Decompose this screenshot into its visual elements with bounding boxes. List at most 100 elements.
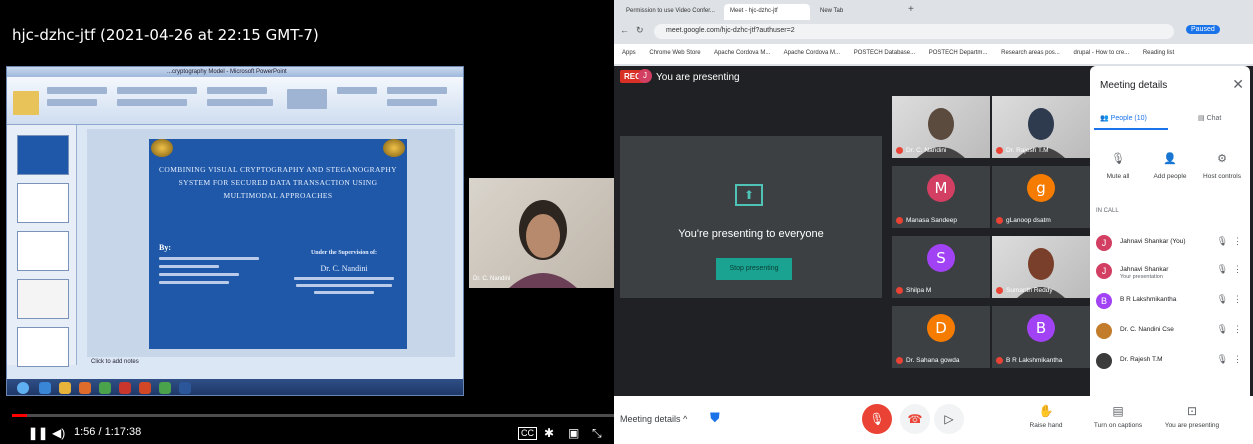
mic-off-icon: 🎙 <box>1111 153 1125 165</box>
participant-tile[interactable]: Dr. Rajesh T.M <box>992 96 1090 158</box>
mic-off-icon[interactable]: 🎙 <box>1217 324 1228 335</box>
more-options-icon[interactable]: ⋮ <box>1233 324 1242 335</box>
participant-tile[interactable]: Sumanth Reddy <box>992 236 1090 298</box>
more-options-icon[interactable]: ⋮ <box>1233 236 1242 247</box>
tab-people[interactable]: 👥 People (10) <box>1100 114 1147 122</box>
participant-tile[interactable]: M Manasa Sandeep <box>892 166 990 228</box>
participant-row[interactable]: Dr. C. Nandini Cse 🎙 ⋮ <box>1096 320 1246 344</box>
app-icon[interactable] <box>159 382 171 394</box>
participant-name: Dr. C. Nandini <box>896 146 946 154</box>
mic-off-icon[interactable]: 🎙 <box>1217 354 1228 365</box>
camera-button[interactable]: ▷ <box>934 404 964 434</box>
participant-name: Dr. C. Nandini Cse <box>1120 326 1174 333</box>
participant-tile[interactable]: Dr. C. Nandini <box>892 96 990 158</box>
browser-tab-active[interactable]: Meet - hjc-dzhc-jtf <box>724 4 810 20</box>
supervision-block: Under the Supervision of: Dr. C. Nandini <box>289 249 399 294</box>
media-icon[interactable] <box>79 382 91 394</box>
captions-button[interactable]: ▤ Turn on captions <box>1086 404 1150 429</box>
add-person-icon: 👤 <box>1163 153 1177 165</box>
video-title: hjc-dzhc-jtf (2021-04-26 at 22:15 GMT-7) <box>12 26 319 44</box>
mic-off-icon[interactable]: 🎙 <box>1217 294 1228 305</box>
bookmark[interactable]: Apache Cordova M... <box>714 50 770 56</box>
slide-thumbnail-pane[interactable] <box>7 125 77 367</box>
participant-tile[interactable]: B B R Lakshmikantha <box>992 306 1090 368</box>
folder-icon[interactable] <box>59 382 71 394</box>
browser-tab[interactable]: New Tab <box>814 4 904 20</box>
participant-row[interactable]: Dr. Rajesh T.M 🎙 ⋮ <box>1096 350 1246 374</box>
meeting-toolbar: Meeting details ^ ⛊ 🎙 ☎ ▷ ✋ Raise hand ▤ T… <box>614 396 1253 444</box>
ie-icon[interactable] <box>39 382 51 394</box>
bookmark[interactable]: Chrome Web Store <box>649 50 700 56</box>
bookmark[interactable]: POSTECH Departm... <box>929 50 988 56</box>
volume-icon[interactable]: ◀) <box>52 426 65 440</box>
participant-name-text: B R Lakshmikantha <box>1006 357 1063 364</box>
address-bar[interactable]: meet.google.com/hjc-dzhc-jtf?authuser=2 <box>654 24 1174 39</box>
participant-avatar <box>1096 353 1112 369</box>
meeting-details-button[interactable]: Meeting details ^ <box>620 414 687 424</box>
present-button[interactable]: ⊡ You are presenting <box>1160 404 1224 429</box>
youtube-player[interactable]: hjc-dzhc-jtf (2021-04-26 at 22:15 GMT-7)… <box>0 0 614 444</box>
reading-list[interactable]: Reading list <box>1143 50 1174 56</box>
slide-thumbnail[interactable] <box>17 327 69 367</box>
participant-name: Dr. Rajesh T.M <box>1120 356 1163 363</box>
word-icon[interactable] <box>179 382 191 394</box>
slide-thumbnail[interactable] <box>17 183 69 223</box>
participant-avatar: D <box>927 314 955 342</box>
slide-thumbnail[interactable] <box>17 279 69 319</box>
participant-name: Jahnavi Shankar (You) <box>1120 238 1186 245</box>
host-controls-label: Host controls <box>1203 173 1241 180</box>
more-options-icon[interactable]: ⋮ <box>1233 354 1242 365</box>
participant-tile[interactable]: g gLanoop dsatm <box>992 166 1090 228</box>
leave-call-button[interactable]: ☎ <box>900 404 930 434</box>
participant-name-text: Manasa Sandeep <box>906 217 957 224</box>
miniplayer-icon[interactable]: ▣ <box>568 426 579 440</box>
bookmark[interactable]: Apps <box>622 50 636 56</box>
captions-icon[interactable]: CC <box>518 427 537 440</box>
mic-off-button[interactable]: 🎙 <box>862 404 892 434</box>
ppt-notes-pane[interactable]: Click to add notes <box>87 359 463 369</box>
new-tab-icon[interactable]: + <box>908 4 914 15</box>
app-icon[interactable] <box>99 382 111 394</box>
shield-icon[interactable]: ⛊ <box>710 410 720 426</box>
tab-chat[interactable]: ▤ Chat <box>1198 114 1221 122</box>
mute-all-button[interactable]: 🎙 Mute all <box>1094 152 1142 180</box>
raise-hand-button[interactable]: ✋ Raise hand <box>1014 404 1078 429</box>
bookmark[interactable]: Apache Cordova M... <box>784 50 840 56</box>
participant-tile[interactable]: S Shilpa M <box>892 236 990 298</box>
participant-row[interactable]: J Jahnavi Shankar Your presentation 🎙 ⋮ <box>1096 260 1246 284</box>
mic-off-icon[interactable]: 🎙 <box>1217 264 1228 275</box>
powerpoint-icon[interactable] <box>139 382 151 394</box>
paused-badge[interactable]: Paused <box>1186 25 1220 34</box>
reload-icon[interactable]: ↻ <box>636 25 644 36</box>
more-options-icon[interactable]: ⋮ <box>1233 264 1242 275</box>
tab-people-label: People (10) <box>1110 115 1147 122</box>
host-controls-button[interactable]: ⚙ Host controls <box>1198 152 1246 180</box>
participant-row[interactable]: B B R Lakshmikantha 🎙 ⋮ <box>1096 290 1246 314</box>
slide-thumbnail[interactable] <box>17 231 69 271</box>
current-slide: COMBINING VISUAL CRYPTOGRAPHY AND STEGAN… <box>149 139 407 349</box>
participant-avatar: M <box>927 174 955 202</box>
bookmark[interactable]: POSTECH Database... <box>854 50 915 56</box>
bookmark[interactable]: drupal - How to cre... <box>1073 50 1129 56</box>
start-icon[interactable] <box>17 382 29 394</box>
browser-tab[interactable]: Permission to use Video Confer... <box>620 4 720 20</box>
app-icon[interactable] <box>119 382 131 394</box>
participant-tile[interactable]: D Dr. Sahana gowda <box>892 306 990 368</box>
bookmark[interactable]: Research areas pos... <box>1001 50 1060 56</box>
participant-name: Dr. Rajesh T.M <box>996 146 1049 154</box>
slide-thumbnail[interactable] <box>17 135 69 175</box>
more-options-icon[interactable]: ⋮ <box>1233 294 1242 305</box>
participant-row[interactable]: J Jahnavi Shankar (You) 🎙 ⋮ <box>1096 232 1246 256</box>
progress-bar[interactable] <box>12 414 614 417</box>
add-people-button[interactable]: 👤 Add people <box>1146 152 1194 180</box>
slide-by-label: By: <box>159 243 171 252</box>
fullscreen-exit-icon[interactable]: ⤡ <box>592 426 602 440</box>
mute-all-label: Mute all <box>1106 173 1130 180</box>
settings-icon[interactable]: ✱ <box>544 426 554 440</box>
stop-presenting-button[interactable]: Stop presenting <box>716 258 792 280</box>
participant-avatar: J <box>1096 263 1112 279</box>
mic-off-icon[interactable]: 🎙 <box>1217 236 1228 247</box>
pause-icon[interactable]: ❚❚ <box>28 426 48 440</box>
close-icon[interactable]: ✕ <box>1232 76 1244 93</box>
back-icon[interactable]: ← <box>620 25 629 35</box>
